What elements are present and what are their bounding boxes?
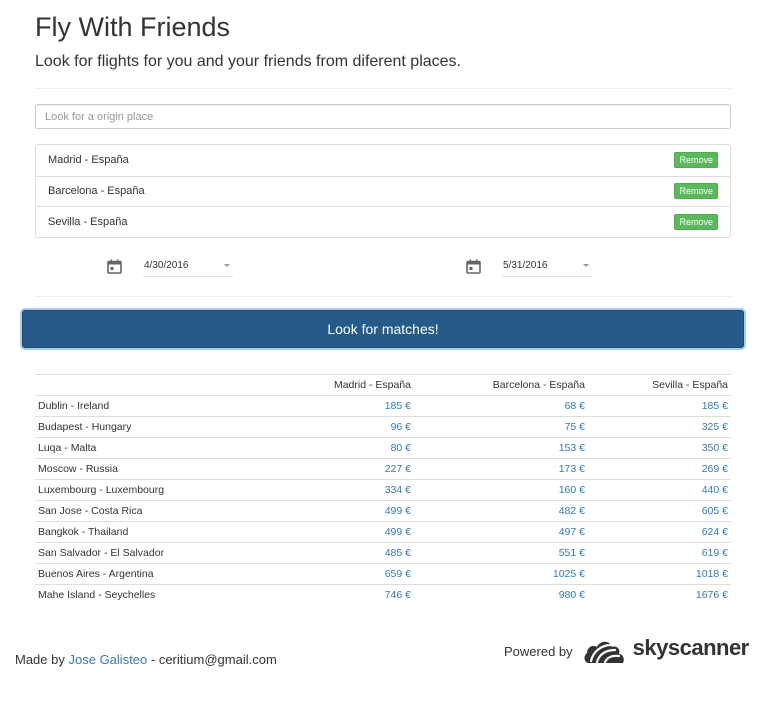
destination-cell: Mahe Island - Seychelles bbox=[35, 584, 235, 606]
divider bbox=[35, 88, 731, 89]
price-link[interactable]: 499 € bbox=[235, 500, 414, 522]
chevron-down-icon bbox=[224, 264, 230, 267]
price-link[interactable]: 173 € bbox=[414, 458, 588, 480]
skyscanner-wordmark: skyscanner bbox=[632, 635, 750, 660]
look-for-matches-button[interactable]: Look for matches! bbox=[22, 310, 744, 348]
table-row: Mahe Island - Seychelles 746 € 980 € 167… bbox=[35, 584, 731, 606]
page-title: Fly With Friends bbox=[35, 12, 231, 42]
origin-item: Barcelona - España Remove bbox=[36, 175, 730, 207]
table-row: Luxembourg - Luxembourg 334 € 160 € 440 … bbox=[35, 479, 731, 501]
destination-cell: Luxembourg - Luxembourg bbox=[35, 479, 235, 501]
price-link[interactable]: 440 € bbox=[588, 479, 731, 501]
destination-cell: Bangkok - Thailand bbox=[35, 521, 235, 543]
price-link[interactable]: 619 € bbox=[588, 542, 731, 564]
table-row: Moscow - Russia 227 € 173 € 269 € bbox=[35, 458, 731, 480]
price-link[interactable]: 325 € bbox=[588, 416, 731, 438]
price-link[interactable]: 96 € bbox=[235, 416, 414, 438]
departure-date-group: 4/30/2016 bbox=[107, 255, 233, 277]
divider bbox=[35, 296, 731, 297]
skyscanner-cloud-logo-icon bbox=[584, 641, 624, 664]
table-row: Bangkok - Thailand 499 € 497 € 624 € bbox=[35, 521, 731, 543]
origin-item-label: Sevilla - España bbox=[48, 215, 128, 228]
price-link[interactable]: 160 € bbox=[414, 479, 588, 501]
table-row: Buenos Aires - Argentina 659 € 1025 € 10… bbox=[35, 563, 731, 585]
origin-item: Madrid - España Remove bbox=[36, 145, 730, 176]
origin-item-label: Madrid - España bbox=[48, 154, 129, 167]
price-link[interactable]: 350 € bbox=[588, 437, 731, 459]
column-header: Barcelona - España bbox=[414, 374, 588, 396]
destination-cell: San Jose - Costa Rica bbox=[35, 500, 235, 522]
price-link[interactable]: 497 € bbox=[414, 521, 588, 543]
origin-item-label: Barcelona - España bbox=[48, 185, 145, 198]
price-link[interactable]: 482 € bbox=[414, 500, 588, 522]
footer-credits: Made by Jose Galisteo - ceritium@gmail.c… bbox=[15, 652, 277, 667]
skyscanner-logo[interactable]: skyscanner bbox=[583, 631, 749, 665]
return-date-picker[interactable]: 5/31/2016 bbox=[502, 255, 592, 277]
table-header-row: Madrid - España Barcelona - España Sevil… bbox=[35, 374, 731, 396]
powered-by: Powered by skyscanner bbox=[504, 630, 749, 666]
origin-item: Sevilla - España Remove bbox=[36, 206, 730, 237]
destination-cell: Buenos Aires - Argentina bbox=[35, 563, 235, 585]
origin-search-input[interactable] bbox=[35, 104, 731, 129]
price-link[interactable]: 227 € bbox=[235, 458, 414, 480]
return-date-group: 5/31/2016 bbox=[466, 255, 592, 277]
departure-date-picker[interactable]: 4/30/2016 bbox=[143, 255, 233, 277]
column-header: Madrid - España bbox=[235, 374, 414, 396]
destination-cell: Luqa - Malta bbox=[35, 437, 235, 459]
destination-cell: San Salvador - El Salvador bbox=[35, 542, 235, 564]
remove-origin-button[interactable]: Remove bbox=[674, 152, 718, 169]
price-link[interactable]: 624 € bbox=[588, 521, 731, 543]
destination-cell: Moscow - Russia bbox=[35, 458, 235, 480]
return-date-value: 5/31/2016 bbox=[503, 260, 548, 271]
price-link[interactable]: 68 € bbox=[414, 395, 588, 417]
remove-origin-button[interactable]: Remove bbox=[674, 213, 718, 230]
price-link[interactable]: 153 € bbox=[414, 437, 588, 459]
departure-date-value: 4/30/2016 bbox=[144, 260, 189, 271]
price-link[interactable]: 185 € bbox=[235, 395, 414, 417]
calendar-icon[interactable] bbox=[466, 259, 481, 274]
price-link[interactable]: 980 € bbox=[414, 584, 588, 606]
price-link[interactable]: 605 € bbox=[588, 500, 731, 522]
results-table: Madrid - España Barcelona - España Sevil… bbox=[35, 374, 731, 606]
price-link[interactable]: 80 € bbox=[235, 437, 414, 459]
origin-list: Madrid - España Remove Barcelona - Españ… bbox=[35, 144, 731, 238]
author-link[interactable]: Jose Galisteo bbox=[69, 652, 148, 667]
price-link[interactable]: 185 € bbox=[588, 395, 731, 417]
price-link[interactable]: 334 € bbox=[235, 479, 414, 501]
column-header bbox=[35, 374, 235, 396]
table-row: Dublin - Ireland 185 € 68 € 185 € bbox=[35, 395, 731, 417]
column-header: Sevilla - España bbox=[588, 374, 731, 396]
price-link[interactable]: 551 € bbox=[414, 542, 588, 564]
destination-cell: Dublin - Ireland bbox=[35, 395, 235, 417]
chevron-down-icon bbox=[583, 264, 589, 267]
table-row: San Salvador - El Salvador 485 € 551 € 6… bbox=[35, 542, 731, 564]
author-email: - ceritium@gmail.com bbox=[150, 652, 277, 667]
remove-origin-button[interactable]: Remove bbox=[674, 183, 718, 200]
made-by-label: Made by bbox=[15, 652, 65, 667]
calendar-icon[interactable] bbox=[107, 259, 122, 274]
price-link[interactable]: 499 € bbox=[235, 521, 414, 543]
price-link[interactable]: 75 € bbox=[414, 416, 588, 438]
price-link[interactable]: 659 € bbox=[235, 563, 414, 585]
price-link[interactable]: 1676 € bbox=[588, 584, 731, 606]
powered-by-label: Powered by bbox=[504, 643, 573, 659]
table-row: San Jose - Costa Rica 499 € 482 € 605 € bbox=[35, 500, 731, 522]
table-row: Luqa - Malta 80 € 153 € 350 € bbox=[35, 437, 731, 459]
table-row: Budapest - Hungary 96 € 75 € 325 € bbox=[35, 416, 731, 438]
page-subtitle: Look for flights for you and your friend… bbox=[35, 53, 461, 70]
destination-cell: Budapest - Hungary bbox=[35, 416, 235, 438]
price-link[interactable]: 485 € bbox=[235, 542, 414, 564]
price-link[interactable]: 269 € bbox=[588, 458, 731, 480]
price-link[interactable]: 1018 € bbox=[588, 563, 731, 585]
price-link[interactable]: 1025 € bbox=[414, 563, 588, 585]
price-link[interactable]: 746 € bbox=[235, 584, 414, 606]
